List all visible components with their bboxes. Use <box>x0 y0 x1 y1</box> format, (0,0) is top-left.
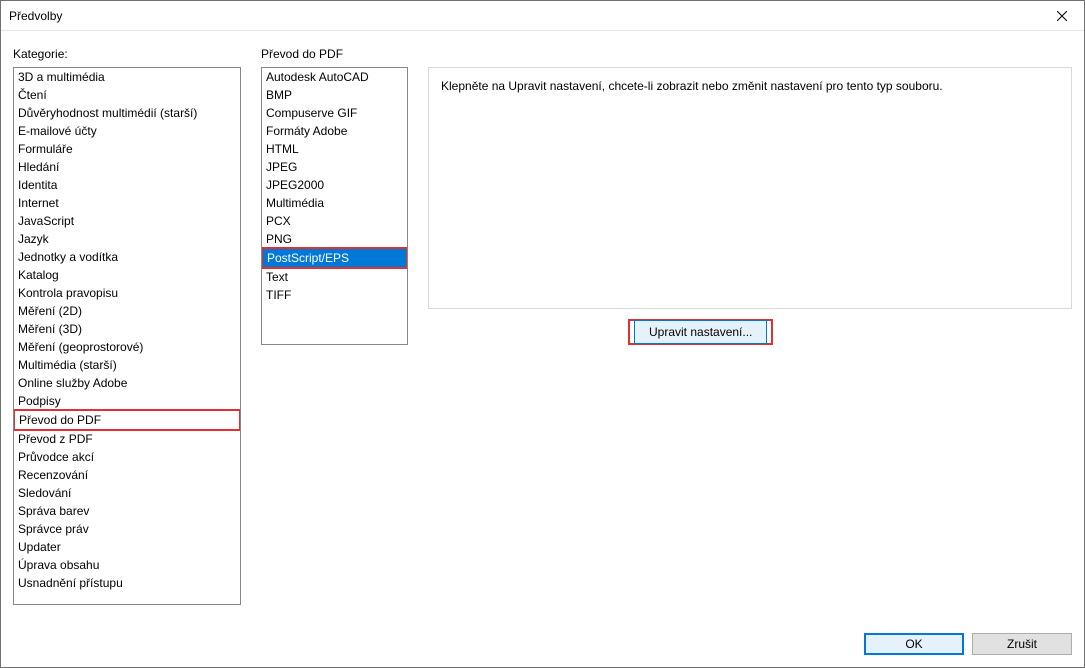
filetype-item[interactable]: Compuserve GIF <box>262 104 407 122</box>
category-item[interactable]: Úprava obsahu <box>14 556 240 574</box>
category-item[interactable]: Hledání <box>14 158 240 176</box>
filetype-item[interactable]: Formáty Adobe <box>262 122 407 140</box>
category-item[interactable]: Updater <box>14 538 240 556</box>
category-item[interactable]: Správa barev <box>14 502 240 520</box>
category-item[interactable]: Formuláře <box>14 140 240 158</box>
filetype-item[interactable]: PCX <box>262 212 407 230</box>
titlebar: Předvolby <box>1 1 1084 31</box>
filetype-column: Autodesk AutoCADBMPCompuserve GIFFormáty… <box>261 67 408 345</box>
dialog-content: Kategorie: 3D a multimédiaČteníDůvěryhod… <box>1 31 1084 625</box>
category-item[interactable]: Usnadnění přístupu <box>14 574 240 592</box>
category-item[interactable]: Měření (2D) <box>14 302 240 320</box>
filetype-item[interactable]: PostScript/EPS <box>263 249 406 267</box>
category-item[interactable]: Jednotky a vodítka <box>14 248 240 266</box>
category-item[interactable]: Převod do PDF <box>15 411 239 429</box>
category-item[interactable]: Důvěryhodnost multimédií (starší) <box>14 104 240 122</box>
categories-column: Kategorie: 3D a multimédiaČteníDůvěryhod… <box>13 47 241 615</box>
right-column: Převod do PDF Autodesk AutoCADBMPCompuse… <box>261 47 1072 615</box>
category-item[interactable]: Identita <box>14 176 240 194</box>
description-panel: Klepněte na Upravit nastavení, chcete-li… <box>428 67 1072 309</box>
filetype-item[interactable]: BMP <box>262 86 407 104</box>
category-item[interactable]: Podpisy <box>14 392 240 410</box>
category-item[interactable]: Sledování <box>14 484 240 502</box>
description-text: Klepněte na Upravit nastavení, chcete-li… <box>441 78 1059 94</box>
window-title: Předvolby <box>9 9 62 23</box>
edit-settings-button[interactable]: Upravit nastavení... <box>634 320 767 344</box>
category-item[interactable]: Čtení <box>14 86 240 104</box>
category-item[interactable]: Recenzování <box>14 466 240 484</box>
category-item[interactable]: JavaScript <box>14 212 240 230</box>
filetype-item[interactable]: PNG <box>262 230 407 248</box>
filetype-item[interactable]: Autodesk AutoCAD <box>262 68 407 86</box>
filetype-item[interactable]: HTML <box>262 140 407 158</box>
ok-button[interactable]: OK <box>864 633 964 655</box>
category-item[interactable]: E-mailové účty <box>14 122 240 140</box>
conversion-label: Převod do PDF <box>261 47 1072 61</box>
category-item[interactable]: Průvodce akcí <box>14 448 240 466</box>
category-item[interactable]: Multimédia (starší) <box>14 356 240 374</box>
filetype-highlight: PostScript/EPS <box>261 247 408 269</box>
categories-listbox[interactable]: 3D a multimédiaČteníDůvěryhodnost multim… <box>13 67 241 605</box>
category-highlight: Převod do PDF <box>13 409 241 431</box>
filetype-item[interactable]: JPEG <box>262 158 407 176</box>
filetype-listbox[interactable]: Autodesk AutoCADBMPCompuserve GIFFormáty… <box>261 67 408 345</box>
category-item[interactable]: Internet <box>14 194 240 212</box>
category-item[interactable]: Online služby Adobe <box>14 374 240 392</box>
category-item[interactable]: Převod z PDF <box>14 430 240 448</box>
close-button[interactable] <box>1039 1 1084 30</box>
preferences-dialog: Předvolby Kategorie: 3D a multimédiaČten… <box>0 0 1085 668</box>
filetype-item[interactable]: Text <box>262 268 407 286</box>
category-item[interactable]: Měření (3D) <box>14 320 240 338</box>
edit-settings-highlight: Upravit nastavení... <box>628 319 773 345</box>
category-item[interactable]: Jazyk <box>14 230 240 248</box>
categories-label: Kategorie: <box>13 47 241 61</box>
dialog-footer: OK Zrušit <box>1 625 1084 667</box>
category-item[interactable]: Kontrola pravopisu <box>14 284 240 302</box>
category-item[interactable]: Správce práv <box>14 520 240 538</box>
filetype-item[interactable]: JPEG2000 <box>262 176 407 194</box>
cancel-button[interactable]: Zrušit <box>972 633 1072 655</box>
category-item[interactable]: Měření (geoprostorové) <box>14 338 240 356</box>
close-icon <box>1057 11 1067 21</box>
category-item[interactable]: Katalog <box>14 266 240 284</box>
category-item[interactable]: 3D a multimédia <box>14 68 240 86</box>
filetype-item[interactable]: Multimédia <box>262 194 407 212</box>
filetype-item[interactable]: TIFF <box>262 286 407 304</box>
